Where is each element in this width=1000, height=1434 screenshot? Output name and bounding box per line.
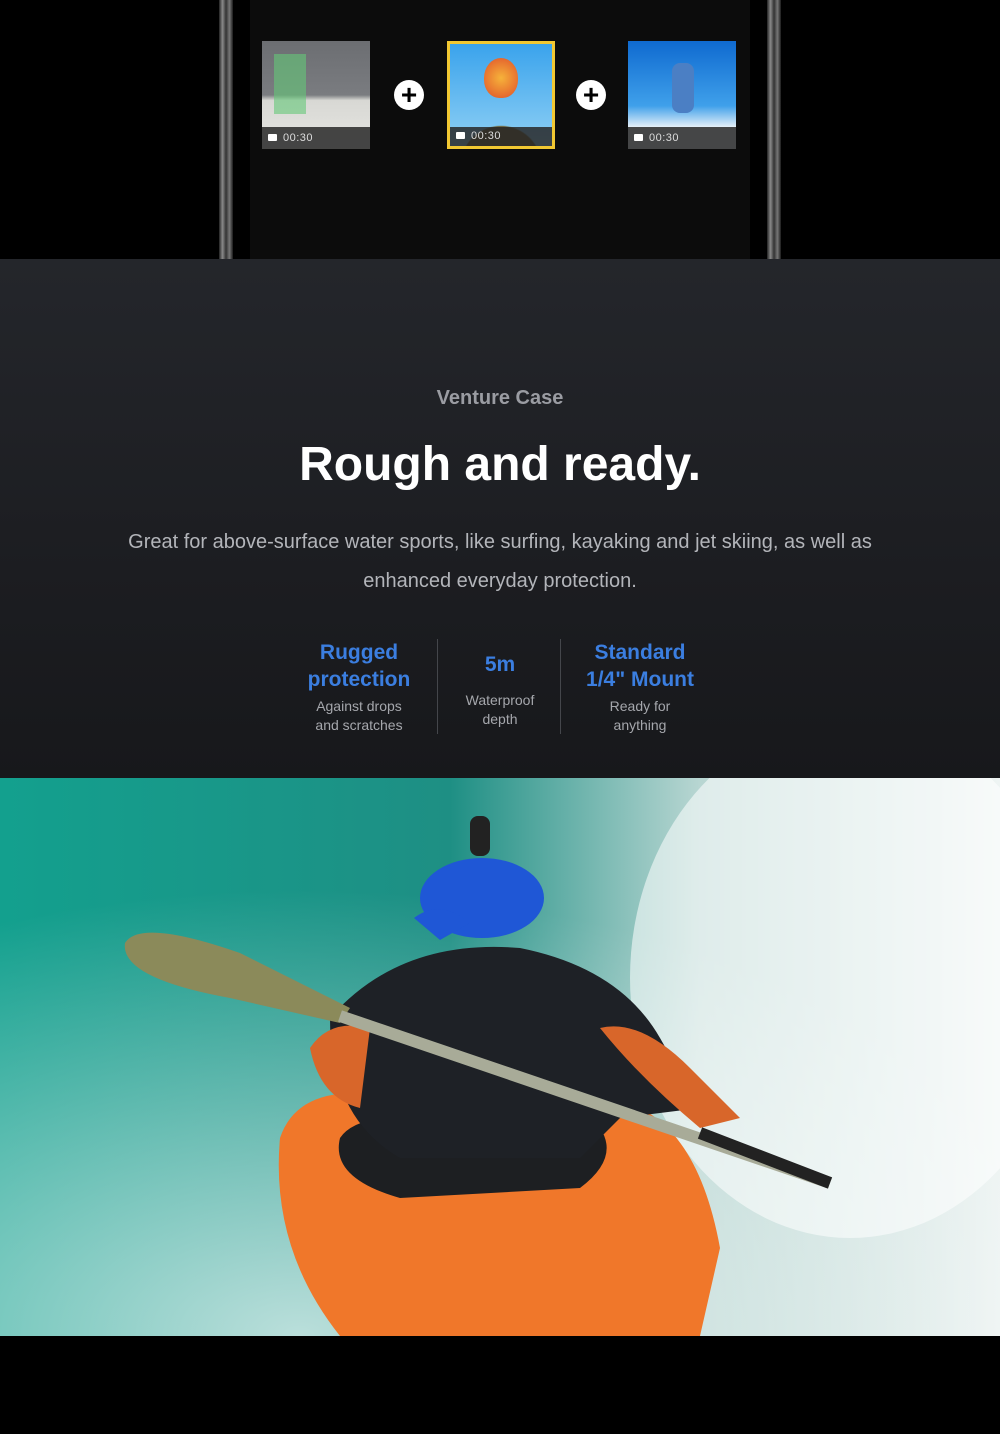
- video-camera-icon: [268, 134, 277, 141]
- feature-subtitle: Against drops: [316, 698, 402, 714]
- feature-title: Standard: [594, 641, 686, 664]
- feature-title: 5m: [484, 653, 516, 676]
- feature-title: 1/4" Mount: [586, 668, 694, 691]
- feature-subtitle: anything: [613, 717, 667, 733]
- clip-thumbnail-skate[interactable]: 00:30: [262, 41, 370, 149]
- feature-standard-mount: Standard 1/4" Mount Ready for anything: [565, 639, 715, 735]
- divider: [437, 639, 438, 734]
- kayaker-photo: [0, 778, 1000, 1336]
- feature-title: Rugged: [319, 641, 399, 664]
- plus-circle-icon[interactable]: +: [394, 80, 424, 110]
- clip-duration: 00:30: [471, 130, 502, 142]
- footer-blank: [0, 1336, 1000, 1434]
- feature-title: protection: [307, 668, 411, 691]
- venture-case-section: Venture Case Rough and ready. Great for …: [0, 259, 1000, 778]
- feature-rugged-protection: Rugged protection Against drops and scra…: [288, 639, 430, 735]
- clip-thumbnail-balloon[interactable]: 00:30: [447, 41, 555, 149]
- feature-subtitle: depth: [482, 711, 518, 727]
- phone-frame-right: [767, 0, 781, 259]
- section-eyebrow: Venture Case: [436, 387, 564, 409]
- divider: [560, 639, 561, 734]
- feature-subtitle: Ready for: [609, 698, 671, 714]
- feature-subtitle: Waterproof: [465, 692, 535, 708]
- phone-mockup: 00:30 + 00:30 + 00:30: [0, 0, 1000, 259]
- clip-duration: 00:30: [649, 132, 680, 144]
- phone-frame-left: [219, 0, 233, 259]
- video-camera-icon: [634, 134, 643, 141]
- phone-screen: 00:30 + 00:30 + 00:30: [250, 0, 750, 259]
- plus-circle-icon[interactable]: +: [576, 80, 606, 110]
- feature-subtitle: and scratches: [315, 717, 403, 733]
- video-camera-icon: [456, 132, 465, 139]
- section-title: Rough and ready.: [299, 438, 701, 491]
- clip-thumbnail-snowboard[interactable]: 00:30: [628, 41, 736, 149]
- feature-waterproof-depth: 5m Waterproof depth: [440, 651, 560, 729]
- section-description: Great for above-surface water sports, li…: [128, 531, 872, 592]
- kayaker-image: [0, 778, 1000, 1336]
- clip-duration: 00:30: [283, 132, 314, 144]
